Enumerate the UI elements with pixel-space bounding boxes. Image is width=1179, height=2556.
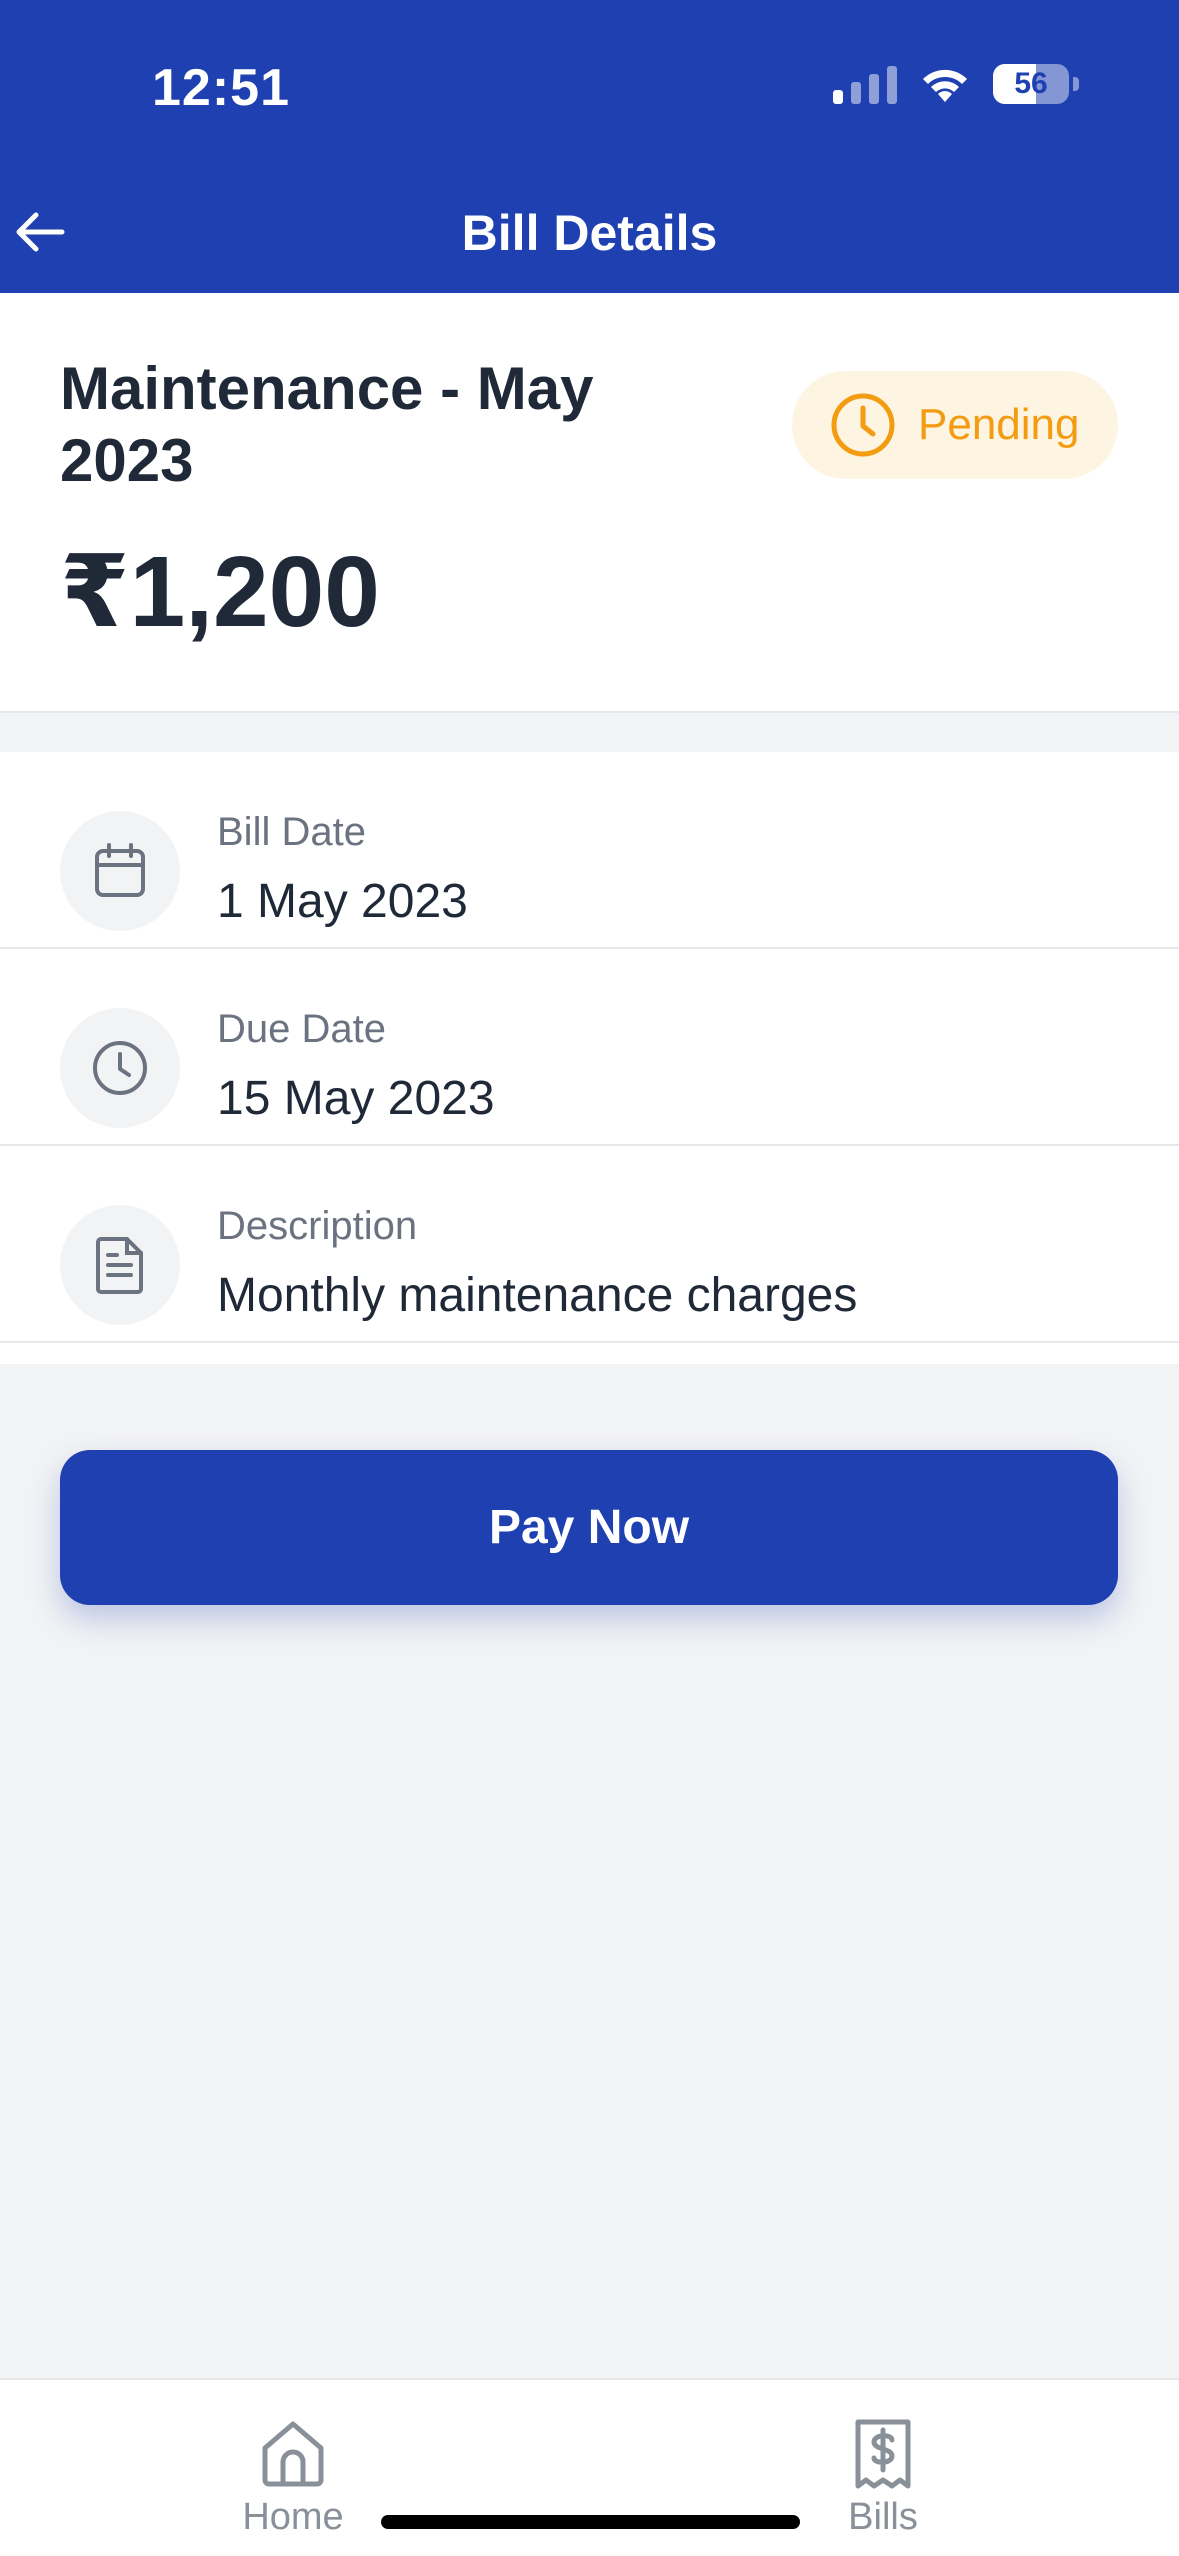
detail-value: 1 May 2023	[217, 875, 468, 928]
document-icon	[60, 1205, 180, 1325]
tab-bills[interactable]: Bills	[783, 2418, 983, 2539]
cellular-signal-icon	[833, 64, 897, 104]
bill-amount: ₹1,200	[60, 536, 380, 648]
clock-icon	[60, 1008, 180, 1128]
detail-row-description: Description Monthly maintenance charges	[0, 1146, 1179, 1343]
page-title: Bill Details	[461, 205, 718, 261]
status-time: 12:51	[152, 59, 290, 117]
bottom-tab-bar: Home Bills	[0, 2378, 1179, 2556]
pay-now-button[interactable]: Pay Now	[60, 1450, 1118, 1605]
tab-home[interactable]: Home	[193, 2418, 393, 2539]
calendar-icon	[60, 811, 180, 931]
status-badge: Pending	[792, 371, 1118, 479]
detail-label: Description	[217, 1204, 418, 1248]
status-icons: 56	[833, 64, 1079, 104]
bill-details-list: Bill Date 1 May 2023 Due Date 15 May 202…	[0, 752, 1179, 1364]
detail-row-due-date: Due Date 15 May 2023	[0, 949, 1179, 1146]
detail-label: Due Date	[217, 1007, 386, 1051]
receipt-dollar-icon	[855, 2419, 911, 2489]
home-icon	[262, 2421, 324, 2487]
detail-value: 15 May 2023	[217, 1072, 495, 1125]
bill-summary-card: Maintenance - May 2023 ₹1,200 Pending	[0, 293, 1179, 713]
detail-row-bill-date: Bill Date 1 May 2023	[0, 752, 1179, 949]
detail-label: Bill Date	[217, 810, 366, 854]
clock-icon	[831, 393, 895, 457]
home-indicator[interactable]	[381, 2515, 800, 2529]
detail-value: Monthly maintenance charges	[217, 1269, 858, 1322]
app-header: 12:51 56 Bill Details	[0, 0, 1179, 293]
tab-label: Home	[242, 2496, 344, 2538]
tab-label: Bills	[848, 2496, 918, 2538]
status-label: Pending	[918, 400, 1080, 449]
battery-icon: 56	[993, 64, 1079, 104]
wifi-icon	[919, 64, 971, 104]
bill-title: Maintenance - May 2023	[60, 355, 594, 494]
battery-level: 56	[1014, 67, 1048, 100]
